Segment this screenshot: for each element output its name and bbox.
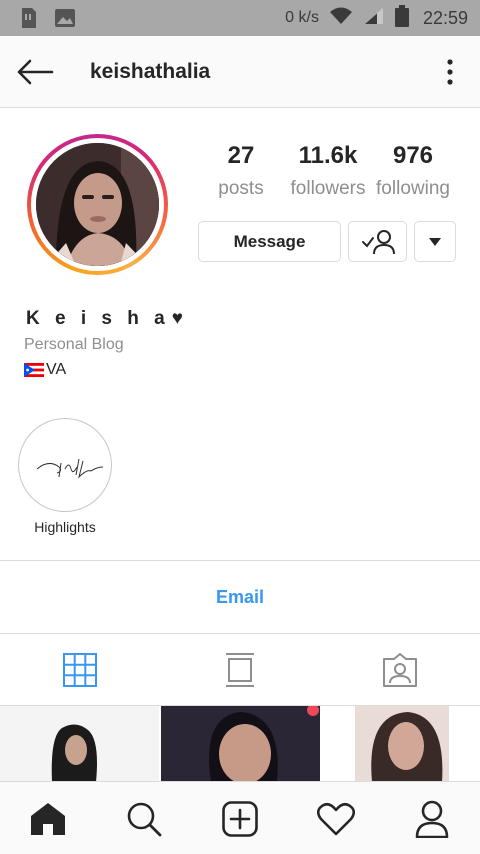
post-thumbnail[interactable] <box>161 706 320 782</box>
wifi-icon <box>329 6 353 31</box>
bio-name: K e i s h a ♥ <box>26 308 183 330</box>
profile-tabs <box>0 634 480 706</box>
arrow-left-icon <box>17 59 54 85</box>
nav-activity[interactable] <box>288 782 384 854</box>
tab-grid[interactable] <box>0 634 160 706</box>
grid-icon <box>63 653 97 687</box>
highlight-cover[interactable] <box>18 418 112 512</box>
image-icon <box>54 7 76 34</box>
bio-category: Personal Blog <box>24 336 124 353</box>
profile-header-bar: keishathalia <box>0 36 480 108</box>
status-bar: 0 k/s 22:59 <box>0 0 480 36</box>
posts-label: posts <box>218 178 264 199</box>
message-button[interactable]: Message <box>198 221 341 262</box>
following-button[interactable] <box>348 221 407 262</box>
battery-icon <box>394 4 409 32</box>
faith-script-image <box>36 458 104 479</box>
tab-tagged[interactable] <box>320 634 480 706</box>
more-vertical-icon <box>447 59 453 85</box>
puerto-rico-flag-icon <box>24 363 44 377</box>
post-thumbnail[interactable] <box>322 706 480 782</box>
black-heart-icon: ♥ <box>171 308 183 329</box>
igtv-icon <box>226 653 254 687</box>
clock: 22:59 <box>422 7 468 28</box>
post-thumbnail-image <box>0 706 159 782</box>
posts-count: 27 <box>227 142 255 169</box>
stat-following[interactable]: 976 following <box>370 142 456 200</box>
profile-username: keishathalia <box>90 60 211 83</box>
following-count: 976 <box>392 142 434 169</box>
tagged-icon <box>383 653 417 687</box>
stat-posts[interactable]: 27 posts <box>196 142 286 200</box>
highlight-label[interactable]: Highlights <box>0 519 130 535</box>
email-button[interactable]: Email <box>0 561 480 633</box>
following-label: following <box>376 178 450 199</box>
heart-icon <box>317 802 355 835</box>
bottom-navigation <box>0 781 480 854</box>
bio-location-text: VA <box>46 361 67 378</box>
profile-icon <box>415 800 449 838</box>
post-thumbnail[interactable] <box>0 706 159 782</box>
search-icon <box>127 802 162 836</box>
more-options-button[interactable] <box>438 56 462 88</box>
following-check-icon <box>361 229 395 254</box>
post-thumbnail-image <box>322 706 480 782</box>
stat-followers[interactable]: 11.6k followers <box>284 142 372 200</box>
post-thumbnail-image <box>161 706 320 782</box>
sim-card-icon <box>18 7 38 34</box>
bio-name-text: K e i s h a <box>26 308 170 329</box>
add-post-icon <box>222 800 258 837</box>
followers-label: followers <box>290 178 366 199</box>
bio-location: VA <box>24 361 66 379</box>
nav-profile[interactable] <box>384 782 480 854</box>
story-ring[interactable] <box>27 134 168 275</box>
signal-icon <box>363 6 385 31</box>
post-grid <box>0 706 480 782</box>
nav-home[interactable] <box>0 782 96 854</box>
tab-igtv[interactable] <box>160 634 320 706</box>
network-speed: 0 k/s <box>285 9 319 26</box>
nav-search[interactable] <box>96 782 192 854</box>
home-icon <box>31 802 65 835</box>
suggestions-dropdown-button[interactable] <box>414 221 456 262</box>
avatar[interactable] <box>36 143 159 266</box>
followers-count: 11.6k <box>298 142 358 169</box>
nav-new-post[interactable] <box>192 782 288 854</box>
caret-down-icon <box>429 237 441 246</box>
back-button[interactable] <box>14 54 56 90</box>
